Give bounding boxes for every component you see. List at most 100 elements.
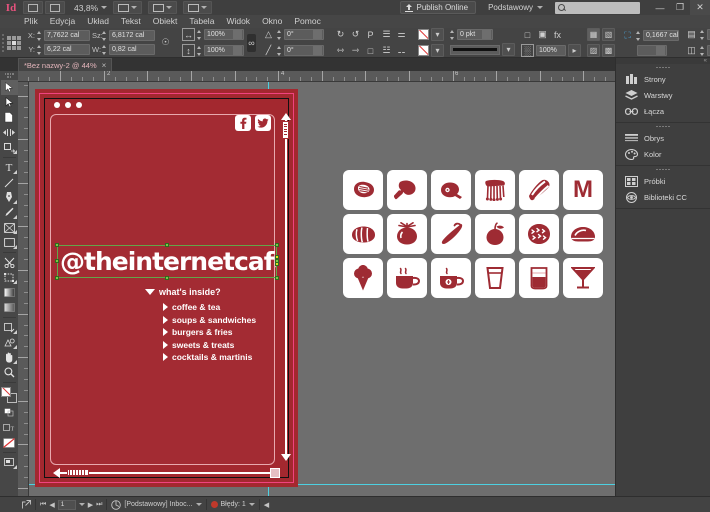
rotation-stepper[interactable]	[277, 29, 282, 40]
selection-handle[interactable]	[165, 276, 169, 280]
scale-y-stepper[interactable]	[197, 45, 202, 56]
shear-stepper[interactable]	[277, 45, 282, 56]
previous-page-icon[interactable]: ◀	[49, 501, 54, 509]
coffee-icon[interactable]	[387, 258, 427, 298]
tea-icon[interactable]	[431, 258, 471, 298]
panel-item-strony[interactable]: Strony	[616, 71, 710, 87]
chevron-down-icon[interactable]	[482, 30, 491, 39]
height-field[interactable]: 0,82 cal	[109, 44, 155, 55]
tool-flyout-indicator[interactable]	[12, 330, 17, 334]
color-theme-tool[interactable]	[1, 335, 18, 350]
chevron-down-icon[interactable]	[78, 503, 85, 506]
gutter-stepper[interactable]	[700, 45, 705, 56]
beef-icon[interactable]	[343, 170, 383, 210]
stroke-dropdown-icon[interactable]: ▾	[431, 44, 444, 57]
apply-none-button[interactable]	[1, 435, 18, 450]
selection-handle[interactable]	[55, 243, 59, 247]
tool-flyout-indicator[interactable]	[12, 360, 17, 364]
stroke-weight-field[interactable]: 0 pkt	[457, 29, 493, 40]
close-button[interactable]: ✕	[690, 0, 710, 15]
stock-button[interactable]	[45, 1, 65, 14]
tool-flyout-indicator[interactable]	[12, 215, 17, 219]
scroll-left-arrow[interactable]: ◀	[260, 497, 273, 512]
panel-item-kolor[interactable]: Kolor	[616, 146, 710, 162]
width-field[interactable]: 6,8172 cal	[109, 30, 155, 41]
frame-tool[interactable]	[1, 220, 18, 235]
stroke-swatch[interactable]	[418, 45, 429, 56]
text-wrap-bounding-icon[interactable]: ▧	[602, 28, 615, 41]
horizontal-ruler[interactable]: 2468	[18, 71, 615, 82]
chocolate-icon[interactable]	[563, 214, 603, 254]
tool-flyout-indicator[interactable]	[12, 150, 17, 154]
menu-item-tekst[interactable]: Tekst	[115, 15, 147, 28]
pencil-tool[interactable]	[1, 205, 18, 220]
note-tool[interactable]	[1, 320, 18, 335]
tool-flyout-indicator[interactable]	[12, 345, 17, 349]
flip-horizontal-icon[interactable]: ⇿	[334, 44, 347, 57]
tool-flyout-indicator[interactable]	[12, 465, 17, 469]
dock-group-grip[interactable]	[616, 123, 710, 130]
text-wrap-shape-icon[interactable]: ▨	[587, 44, 600, 57]
text-wrap-jump-icon[interactable]: ▩	[602, 44, 615, 57]
panel-item-obrys[interactable]: Obrys	[616, 130, 710, 146]
panel-item-warstwy[interactable]: Warstwy	[616, 87, 710, 103]
document-canvas[interactable]: @theinternetcafe what's inside? coffee &…	[29, 82, 615, 496]
headline-text-frame[interactable]: @theinternetcafe	[55, 243, 279, 280]
cocktail-icon[interactable]	[519, 258, 559, 298]
inset-field[interactable]: 0,1667 cal	[643, 30, 679, 41]
arrange-documents-button[interactable]	[113, 1, 143, 14]
martini-icon[interactable]	[563, 258, 603, 298]
menu-item-widok[interactable]: Widok	[220, 15, 256, 28]
selection-handle[interactable]	[55, 276, 59, 280]
minimize-button[interactable]: —	[650, 0, 670, 15]
page-tool[interactable]	[1, 110, 18, 125]
dock-group-grip[interactable]	[616, 166, 710, 173]
height-stepper[interactable]	[102, 44, 107, 55]
columns-stepper[interactable]	[700, 29, 705, 40]
rotation-field[interactable]: 0°	[284, 29, 324, 40]
panel-item-probki[interactable]: Próbki	[616, 173, 710, 189]
corner-options-icon[interactable]: □	[521, 28, 534, 41]
fx-icon[interactable]: fx	[551, 28, 564, 41]
next-page-icon[interactable]: ▶	[88, 501, 93, 509]
rotate-clockwise-icon[interactable]: ↻	[334, 28, 347, 41]
stroke-style-dropdown-icon[interactable]: ▾	[502, 43, 515, 56]
y-stepper[interactable]	[37, 44, 42, 55]
stroke-style-field[interactable]	[450, 44, 500, 55]
zoom-level-selector[interactable]: 43,8%	[74, 3, 108, 13]
dock-group-grip[interactable]	[616, 64, 710, 71]
veggies-icon[interactable]	[387, 214, 427, 254]
distribute-spacing-icon[interactable]: ⚋	[395, 44, 408, 57]
chevron-down-icon[interactable]	[313, 46, 322, 55]
nuts-icon[interactable]	[519, 214, 559, 254]
screen-mode-tool[interactable]	[1, 455, 18, 470]
scale-x-field[interactable]: 100%	[204, 29, 244, 40]
selection-handle[interactable]	[275, 259, 279, 263]
vertical-ruler[interactable]	[18, 82, 29, 496]
align-center-icon[interactable]: ☳	[380, 44, 393, 57]
rotate-counterclockwise-icon[interactable]: ↺	[349, 28, 362, 41]
menu-item-plik[interactable]: Plik	[18, 15, 44, 28]
apply-color-mode-icons[interactable]: T	[1, 420, 18, 435]
opacity-field[interactable]: 100%	[536, 45, 566, 56]
gap-tool[interactable]	[1, 125, 18, 140]
chevron-down-icon[interactable]	[195, 503, 202, 506]
text-wrap-none-icon[interactable]: ▦	[587, 28, 600, 41]
master-page-selector[interactable]: [Podstawowy] Inboc...	[107, 497, 205, 512]
chevron-down-icon[interactable]	[313, 30, 322, 39]
menu-item-okno[interactable]: Okno	[256, 15, 288, 28]
spicey-icon[interactable]	[431, 214, 471, 254]
reset-transform-icon[interactable]: □	[364, 44, 377, 57]
selection-tool[interactable]	[0, 80, 18, 95]
screen-mode-button[interactable]	[148, 1, 178, 14]
view-options-button[interactable]	[183, 1, 213, 14]
fill-stroke-proxy[interactable]	[1, 387, 17, 403]
constrain-proportions-icon[interactable]: ☉	[159, 36, 172, 49]
x-stepper[interactable]	[37, 30, 42, 41]
x-field[interactable]: 7,7622 cal	[44, 30, 90, 41]
tool-flyout-indicator[interactable]	[12, 200, 17, 204]
menu-item-uklad[interactable]: Układ	[81, 15, 115, 28]
type-tool[interactable]: T	[1, 160, 18, 175]
constrain-scale-link-icon[interactable]: ∞	[247, 33, 256, 52]
document-tab[interactable]: *Bez nazwy-2 @ 44% ×	[18, 58, 113, 71]
